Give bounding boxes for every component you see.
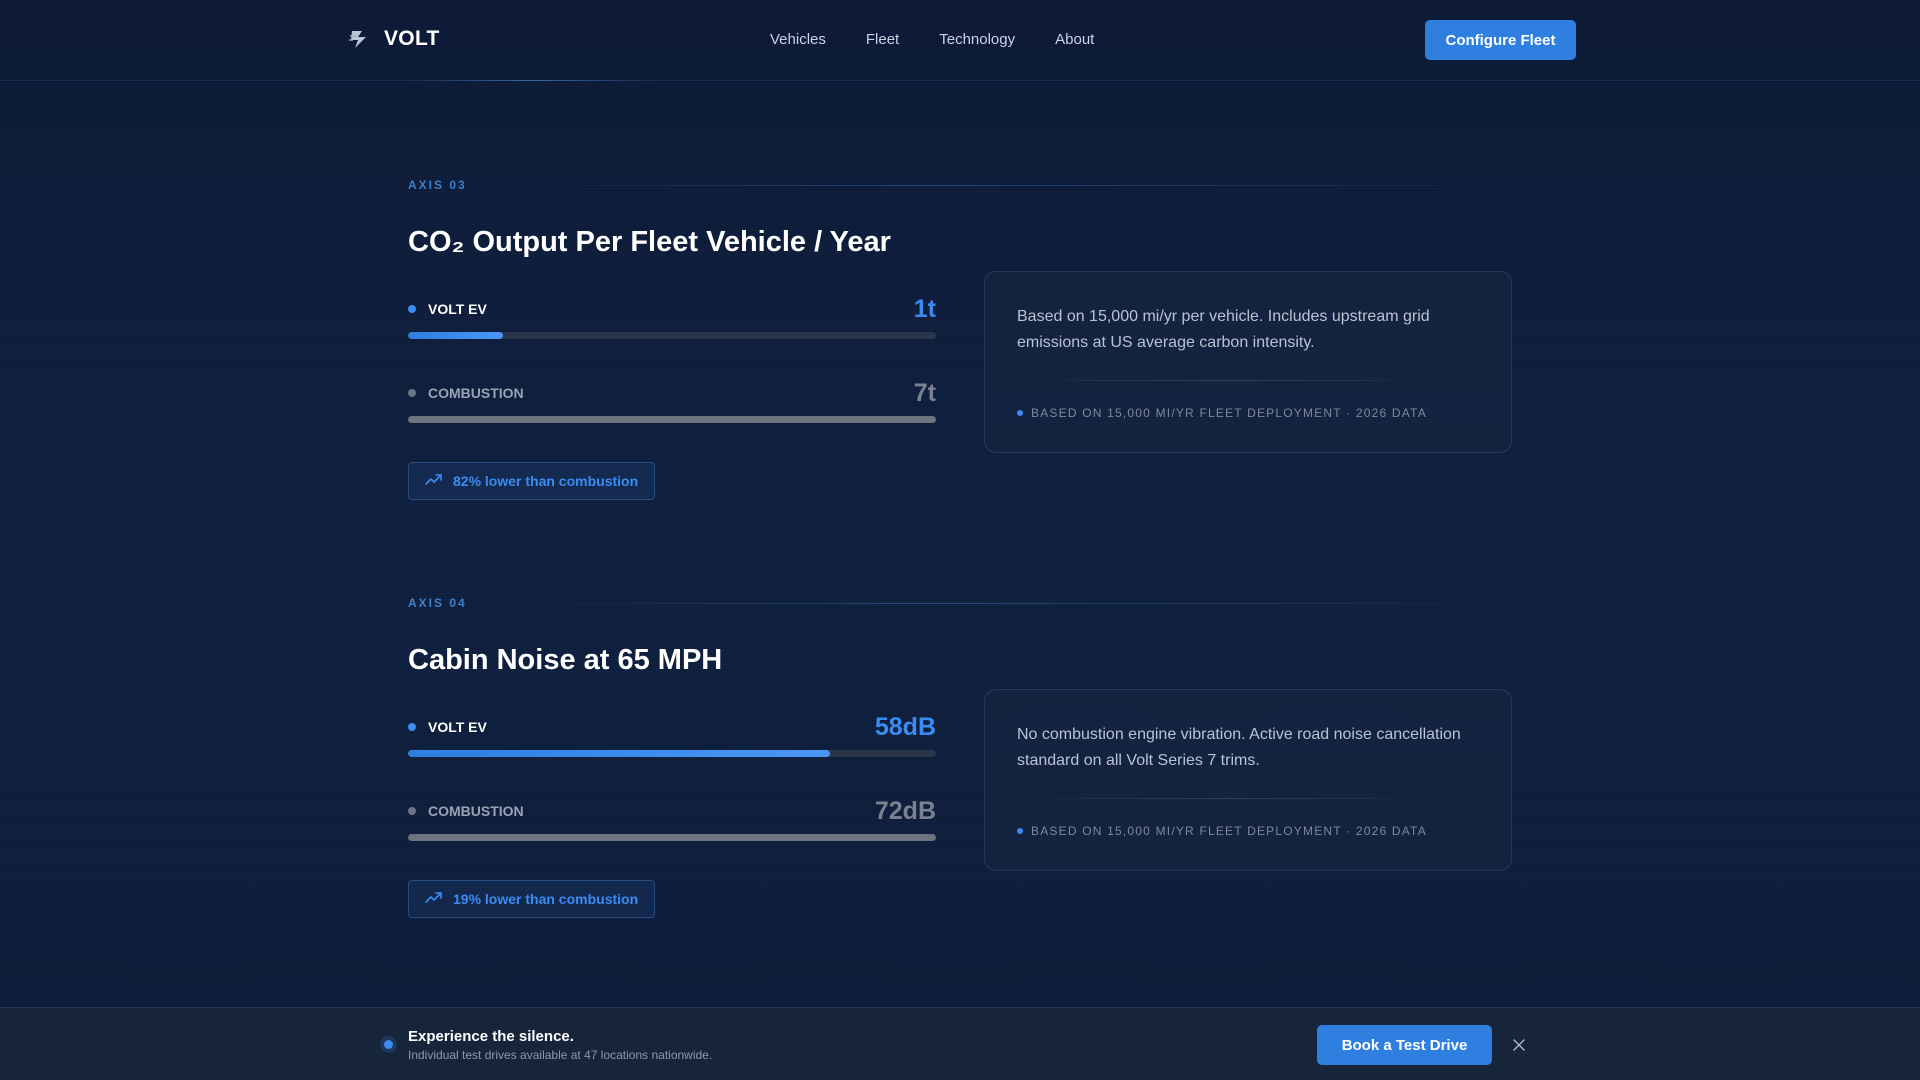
footer-dot-icon [1017,410,1023,416]
ev-dot-icon [408,305,416,313]
card-divider [1017,798,1437,799]
badge-text: 19% lower than combustion [453,891,639,907]
metric-label: COMBUSTION [428,803,524,819]
book-test-drive-button[interactable]: Book a Test Drive [1317,1025,1492,1065]
savings-badge: 82% lower than combustion [408,462,655,500]
site-header: VOLT Vehicles Fleet Technology About Con… [0,0,1920,81]
section-co2-output: AXIS 03 CO₂ Output Per Fleet Vehicle / Y… [408,178,1512,500]
progress-track [408,332,936,339]
lightning-icon [348,26,370,52]
trending-up-icon [425,890,443,908]
section-title: CO₂ Output Per Fleet Vehicle / Year [408,226,891,258]
card-footer-text: BASED ON 15,000 MI/YR FLEET DEPLOYMENT ·… [1031,406,1427,420]
savings-badge: 19% lower than combustion [408,880,655,918]
combustion-dot-icon [408,807,416,815]
brand-logo[interactable]: VOLT [348,26,440,52]
comparison-metrics: VOLT EV 1t COMBUSTION 7t [408,294,936,462]
card-text: No combustion engine vibration. Active r… [1017,726,1461,769]
metric-label: COMBUSTION [428,385,524,401]
card-divider [1017,380,1437,381]
metric-ev: VOLT EV 58dB [408,712,936,796]
progress-track [408,750,936,757]
nav-about[interactable]: About [1055,31,1094,48]
comparison-metrics: VOLT EV 58dB COMBUSTION 72dB [408,712,936,880]
section-title: Cabin Noise at 65 MPH [408,644,723,676]
info-card: Based on 15,000 mi/yr per vehicle. Inclu… [984,271,1512,453]
header-accent-line [412,80,652,81]
info-card: No combustion engine vibration. Active r… [984,689,1512,871]
metric-label: VOLT EV [428,719,487,735]
nav-fleet[interactable]: Fleet [866,31,899,48]
combustion-dot-icon [408,389,416,397]
metric-value: 7t [913,378,936,407]
metric-ev: VOLT EV 1t [408,294,936,378]
progress-fill [408,332,504,339]
progress-track [408,416,936,423]
metric-value: 1t [913,294,936,323]
metric-combustion: COMBUSTION 72dB [408,796,936,880]
metric-combustion: COMBUSTION 7t [408,378,936,462]
trending-up-icon [425,472,443,490]
badge-text: 82% lower than combustion [453,473,639,489]
progress-track [408,834,936,841]
card-footer-text: BASED ON 15,000 MI/YR FLEET DEPLOYMENT ·… [1031,824,1427,838]
card-text: Based on 15,000 mi/yr per vehicle. Inclu… [1017,308,1430,351]
axis-divider [578,603,1438,604]
ev-dot-icon [408,723,416,731]
metric-label: VOLT EV [428,301,487,317]
close-icon[interactable] [1510,1036,1528,1054]
nav-vehicles[interactable]: Vehicles [770,31,826,48]
progress-fill [408,834,936,841]
brand-name: VOLT [384,27,440,50]
progress-fill [408,750,831,757]
section-cabin-noise: AXIS 04 Cabin Noise at 65 MPH VOLT EV 58… [408,596,1512,918]
main-nav: Vehicles Fleet Technology About [770,31,1094,48]
card-footer: BASED ON 15,000 MI/YR FLEET DEPLOYMENT ·… [1017,406,1427,420]
axis-label: AXIS 03 [408,178,467,192]
metric-value: 58dB [874,712,936,741]
metric-value: 72dB [874,796,936,825]
progress-fill [408,416,936,423]
axis-divider [578,185,1438,186]
status-dot-icon [384,1040,393,1049]
configure-fleet-button[interactable]: Configure Fleet [1425,20,1576,60]
footer-dot-icon [1017,828,1023,834]
nav-technology[interactable]: Technology [939,31,1015,48]
axis-label: AXIS 04 [408,596,467,610]
banner-title: Experience the silence. [408,1028,574,1045]
banner-subtitle: Individual test drives available at 47 l… [408,1048,713,1062]
test-drive-banner: Experience the silence. Individual test … [0,1007,1920,1080]
card-footer: BASED ON 15,000 MI/YR FLEET DEPLOYMENT ·… [1017,824,1427,838]
